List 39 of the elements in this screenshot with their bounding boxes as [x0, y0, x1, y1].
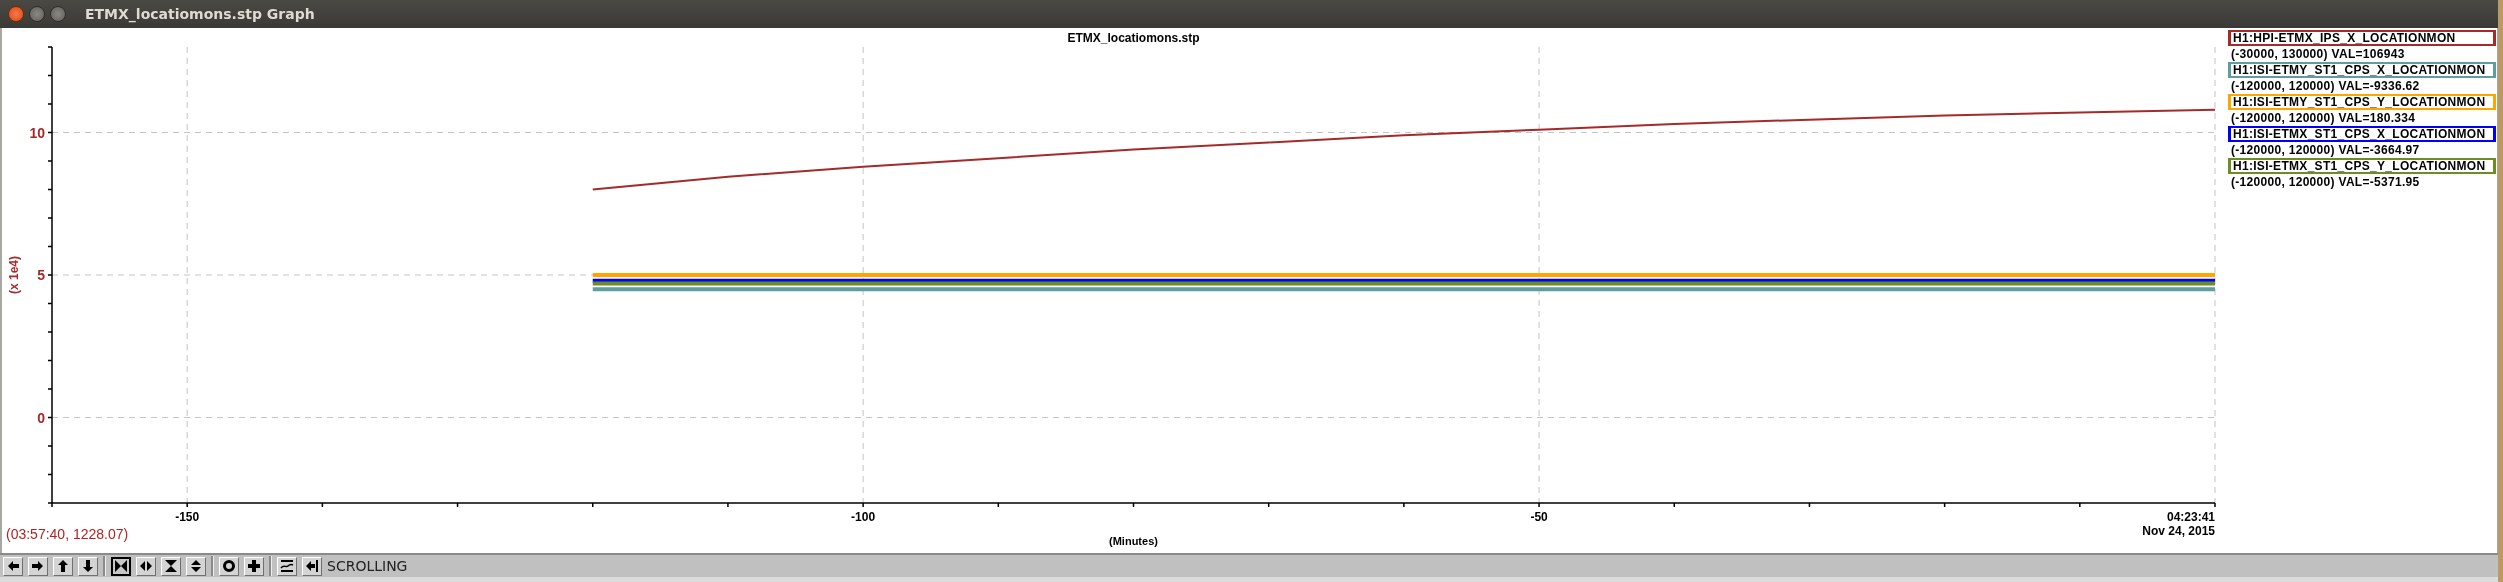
legend-reading: (-120000, 120000) VAL=-5371.95 [2230, 174, 2421, 190]
vertical-arrows-icon [189, 559, 203, 573]
x-tick-label: 04:23:41 Nov 24, 2015 [2142, 510, 2215, 538]
arrow-right-icon [31, 559, 45, 573]
x-tick-label: -50 [1530, 510, 1548, 524]
horizontal-arrows-icon [139, 559, 153, 573]
legend-reading: (-30000, 130000) VAL=106943 [2230, 46, 2406, 62]
cursor-readout: (03:57:40, 1228.07) [6, 526, 129, 542]
window-title: ETMX_locatiomons.stp Graph [85, 6, 315, 22]
maximize-button[interactable] [50, 6, 66, 22]
legend-reading: (-120000, 120000) VAL=-9336.62 [2230, 78, 2421, 94]
plus-icon [247, 559, 261, 573]
chart-title: ETMX_locatiomons.stp [1067, 31, 1200, 45]
mode-label: SCROLLING [327, 558, 408, 574]
y-axis-label: (x 1e4) [7, 256, 21, 294]
x-axis-label: (Minutes) [1109, 535, 1158, 547]
ring-icon [222, 559, 236, 573]
y-tick-label: 0 [37, 409, 45, 426]
legend-reading: (-120000, 120000) VAL=180.334 [2230, 110, 2417, 126]
toolbar-button[interactable] [111, 556, 131, 576]
minimize-button[interactable] [29, 6, 45, 22]
legend-series-name: H1:ISI-ETMX_ST1_CPS_X_LOCATIONMON [2228, 126, 2496, 142]
arrow-to-bar-icon [305, 559, 319, 573]
legend-series-name: H1:ISI-ETMY_ST1_CPS_Y_LOCATIONMON [2228, 94, 2496, 110]
y-tick-label: 5 [37, 267, 45, 283]
legend-reading: (-120000, 120000) VAL=-3664.97 [2230, 142, 2421, 158]
x-tick-label: -100 [851, 510, 876, 524]
x-tick-label: -150 [175, 510, 200, 524]
y-tick-label: 10 [29, 124, 45, 141]
wave-icon [280, 559, 294, 573]
close-button[interactable] [8, 6, 24, 22]
bowtie-icon [114, 559, 128, 573]
legend-series-name: H1:ISI-ETMY_ST1_CPS_X_LOCATIONMON [2228, 62, 2496, 78]
arrow-up-icon [56, 559, 70, 573]
hourglass-icon [164, 559, 178, 573]
arrow-left-icon [6, 559, 20, 573]
legend-series-name: H1:HPI-ETMX_IPS_X_LOCATIONMON [2228, 30, 2496, 46]
arrow-down-icon [81, 559, 95, 573]
legend-series-name: H1:ISI-ETMX_ST1_CPS_Y_LOCATIONMON [2228, 158, 2496, 174]
